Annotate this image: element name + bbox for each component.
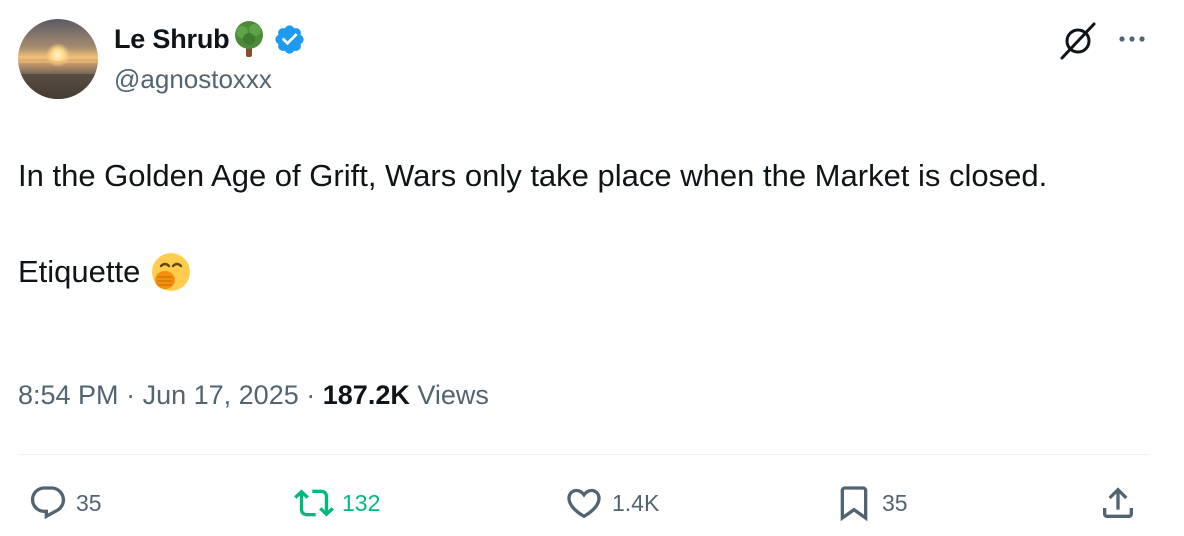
more-icon[interactable] (1114, 24, 1150, 54)
reply-icon (30, 486, 66, 520)
heart-icon (567, 488, 601, 519)
like-count: 1.4K (612, 489, 660, 516)
tweet-text: In the Golden Age of Grift, Wars only ta… (18, 152, 1148, 296)
grok-icon[interactable] (1056, 18, 1100, 62)
like-button[interactable]: 1.4K (564, 481, 659, 525)
share-button[interactable] (1098, 481, 1138, 525)
tweet-time[interactable]: 8:54 PM (18, 380, 119, 410)
verified-badge-icon[interactable] (273, 23, 306, 56)
meta-separator: · (126, 380, 136, 410)
author-name-row: Le Shrub (114, 20, 306, 58)
avatar-photo (18, 19, 98, 99)
meta-separator: · (306, 380, 316, 410)
reply-count: 35 (76, 489, 102, 516)
repost-count: 132 (342, 489, 381, 516)
tweet-date[interactable]: Jun 17, 2025 (143, 380, 299, 410)
tweet-meta: 8:54 PM · Jun 17, 2025 · 187.2K Views (18, 380, 489, 411)
share-icon (1103, 487, 1133, 518)
tree-emoji-icon (231, 20, 267, 58)
bookmark-count: 35 (882, 489, 908, 516)
avatar[interactable] (18, 19, 98, 99)
tweet-text-line: Etiquette (18, 248, 1148, 296)
divider (18, 454, 1150, 455)
hand-over-mouth-emoji-icon (150, 251, 192, 293)
repost-button[interactable]: 132 (294, 481, 380, 525)
tweet-text-word: Etiquette (18, 254, 141, 289)
display-name[interactable]: Le Shrub (114, 24, 230, 55)
reply-button[interactable]: 35 (28, 481, 102, 525)
bookmark-button[interactable]: 35 (834, 481, 908, 525)
bookmark-icon (840, 486, 868, 522)
views-count: 187.2K (322, 380, 410, 410)
author-handle[interactable]: @agnostoxxx (114, 64, 272, 95)
views-label: Views (417, 380, 489, 410)
tweet-text-line: In the Golden Age of Grift, Wars only ta… (18, 158, 1048, 193)
repost-icon (294, 489, 334, 517)
